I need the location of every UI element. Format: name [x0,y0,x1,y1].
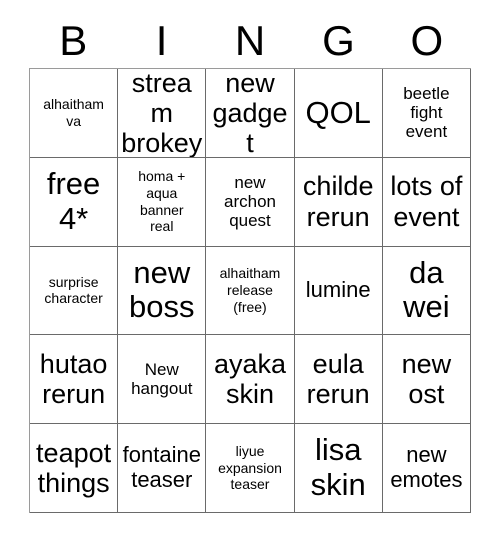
bingo-header-letter-n: N [234,17,266,64]
bingo-cell-label: eula rerun [306,349,370,410]
bingo-header-letter-i: I [155,17,168,64]
bingo-cell-label: lumine [305,277,371,303]
bingo-cell-r1c2[interactable]: stream brokey [118,69,207,158]
bingo-cell-r2c3[interactable]: new archon quest [206,157,295,247]
bingo-cell-r3c2[interactable]: new boss [118,246,207,336]
bingo-cell-label: homa + aqua banner real [138,168,186,235]
bingo-cell-r5c3[interactable]: liyue expansion teaser [206,424,295,513]
bingo-cell-label: new ost [401,349,452,410]
bingo-cell-r2c5[interactable]: lots of event [382,157,471,247]
bingo-cell-r5c1[interactable]: teapot things [30,424,119,513]
bingo-cell-label: ayaka skin [213,349,287,410]
bingo-cell-label: new archon quest [224,173,276,231]
bingo-cell-label: new emotes [390,442,463,493]
bingo-header-letter-b: B [59,17,88,64]
bingo-cell-r2c2[interactable]: homa + aqua banner real [118,157,207,247]
bingo-cell-label: childe rerun [302,171,374,232]
bingo-cell-r3c1[interactable]: surprise character [30,246,119,336]
bingo-cell-label: teapot things [36,437,112,499]
bingo-cell-r1c1[interactable]: alhaitham va [30,69,119,158]
bingo-cell-label: lisa skin [310,432,366,503]
bingo-cell-r1c5[interactable]: beetle fight event [382,69,471,158]
bingo-cell-label: da wei [403,254,450,325]
bingo-cell-r4c1[interactable]: hutao rerun [30,335,119,425]
bingo-cell-label: free 4* [46,165,101,236]
bingo-cell-r5c4[interactable]: lisa skin [294,424,383,513]
bingo-cell-r3c4[interactable]: lumine [294,246,383,336]
bingo-cell-r5c5[interactable]: new emotes [382,424,471,513]
bingo-cell-label: beetle fight event [403,84,450,142]
bingo-cell-label: stream brokey [121,69,203,158]
bingo-cell-r2c1[interactable]: free 4* [30,157,119,247]
bingo-cell-label: hutao rerun [39,349,108,410]
bingo-cell-r5c2[interactable]: fontaine teaser [118,424,207,513]
bingo-cell-r4c2[interactable]: New hangout [118,335,207,425]
bingo-cell-r4c4[interactable]: eula rerun [294,335,383,425]
bingo-header: BINGO [29,14,471,68]
bingo-cell-r3c5[interactable]: da wei [382,246,471,336]
bingo-cell-label: fontaine teaser [122,442,201,493]
bingo-cell-r4c3[interactable]: ayaka skin [206,335,295,425]
bingo-cell-label: lots of event [390,171,463,232]
bingo-header-letter-o: O [410,17,444,64]
bingo-header-letter-g: G [322,17,355,64]
bingo-cell-label: alhaitham release (free) [219,265,281,315]
bingo-cell-r1c3[interactable]: new gadget [206,69,295,158]
bingo-cell-r1c4[interactable]: QOL [294,69,383,158]
bingo-cell-label: new boss [129,254,195,325]
bingo-cell-r2c4[interactable]: childe rerun [294,157,383,247]
bingo-cell-r3c3[interactable]: alhaitham release (free) [206,246,295,336]
bingo-cell-label: New hangout [131,360,193,399]
bingo-cell-label: liyue expansion teaser [218,442,282,493]
bingo-cell-r4c5[interactable]: new ost [382,335,471,425]
bingo-cell-label: surprise character [44,273,103,307]
bingo-grid: alhaitham va stream brokey new gadget QOL be… [29,68,471,513]
bingo-card: B I N G O alhaitham va stream brokey new gadge… [0,0,500,544]
bingo-cell-label: new gadget [212,69,288,158]
bingo-cell-label: alhaitham va [43,96,104,129]
bingo-cell-label: QOL [305,94,371,130]
